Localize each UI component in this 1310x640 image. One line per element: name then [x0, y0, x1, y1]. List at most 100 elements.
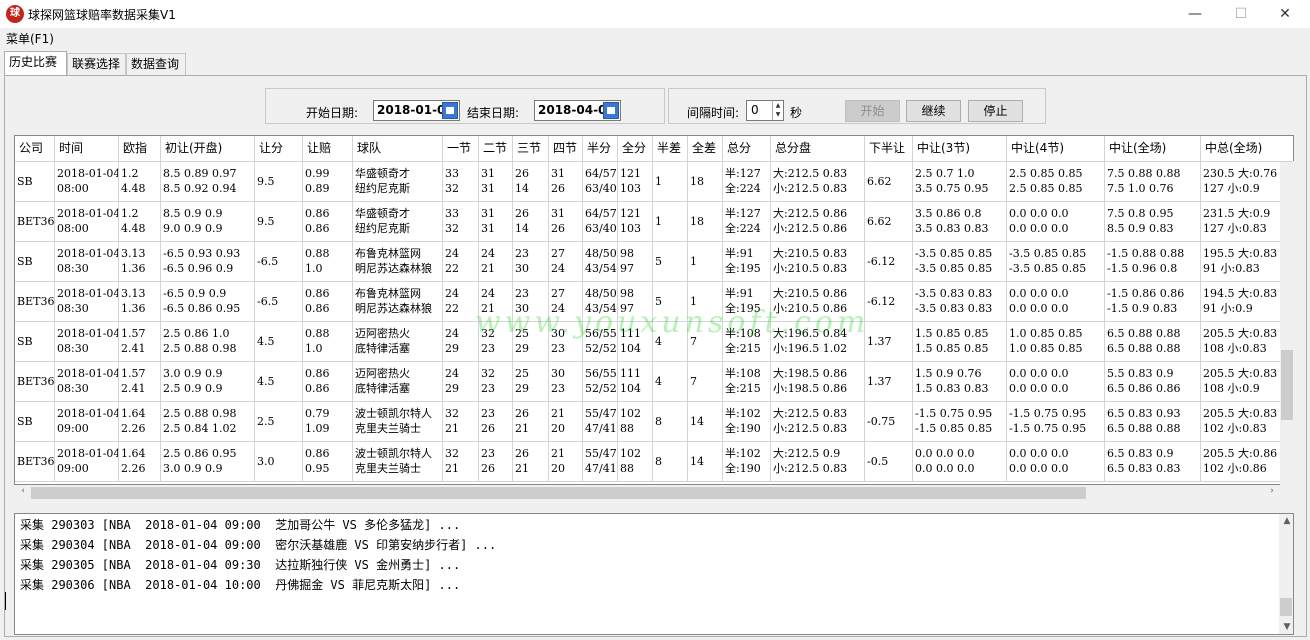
- column-header-spread-odds[interactable]: 让赔: [303, 136, 353, 162]
- table-row[interactable]: SB 2018-01-04 09:00 1.64 2.26 2.5 0.88 0.98 2.…: [15, 402, 1281, 442]
- interval-label: 间隔时间:: [687, 106, 740, 120]
- tab-history[interactable]: 历史比赛: [4, 51, 67, 75]
- maximize-button[interactable]: ☐: [1218, 0, 1264, 28]
- cell-mid-spread-q3: 2.5 0.7 1.0 3.5 0.75 0.95: [913, 162, 1007, 202]
- column-header-q3[interactable]: 三节: [513, 136, 549, 162]
- table-row[interactable]: SB 2018-01-04 08:30 3.13 1.36 -6.5 0.93 0.93-…: [15, 242, 1281, 282]
- cell-line: 大:210.5 0.86: [773, 287, 848, 300]
- column-header-mid-total-full[interactable]: 中总(全场): [1201, 136, 1293, 162]
- cell-line: 56/55: [585, 327, 617, 340]
- cell-line: 48/50: [585, 247, 617, 260]
- cell-line: 29: [515, 382, 529, 395]
- cell-line: 3.0 0.9 0.9: [163, 367, 223, 380]
- cell-q2: 31 31: [479, 202, 513, 242]
- column-header-time[interactable]: 时间: [55, 136, 119, 162]
- grid-vertical-scroll-thumb[interactable]: [1281, 350, 1293, 420]
- cell-company: SB: [15, 402, 55, 442]
- column-header-half-score[interactable]: 半分: [583, 136, 618, 162]
- stop-button[interactable]: 停止: [968, 100, 1023, 122]
- column-header-half-diff[interactable]: 半差: [653, 136, 688, 162]
- tab-data-query[interactable]: 数据查询: [126, 53, 186, 75]
- cell-half-diff: 5: [653, 242, 688, 282]
- column-header-full-score[interactable]: 全分: [618, 136, 653, 162]
- cell-total-line: 大:210.5 0.86 小:210.5 0.86: [771, 282, 865, 322]
- column-header-second-half-spread[interactable]: 下半让: [865, 136, 913, 162]
- cell-half-diff: 1: [653, 202, 688, 242]
- column-header-q1[interactable]: 一节: [443, 136, 479, 162]
- tab-league-select[interactable]: 联赛选择: [67, 53, 126, 75]
- column-header-q4[interactable]: 四节: [549, 136, 583, 162]
- cell-half-diff: 4: [653, 362, 688, 402]
- table-row[interactable]: BET3652018-01-04 08:30 1.57 2.41 3.0 0.9 0.9…: [15, 362, 1281, 402]
- cell-mid-total-full: 205.5 大:0.83 108 小:0.83: [1201, 322, 1281, 362]
- cell-line: 1.5 0.9 0.76: [915, 367, 982, 380]
- log-textarea[interactable]: 采集 290303 [NBA 2018-01-04 09:00 芝加哥公牛 VS…: [14, 513, 1294, 635]
- column-header-euro-odds[interactable]: 欧指: [119, 136, 161, 162]
- scroll-up-icon[interactable]: ▲: [1280, 516, 1294, 526]
- cell-line: 全:195: [725, 262, 761, 275]
- cell-line: 0.0 0.0 0.0: [1009, 382, 1069, 395]
- cell-line: 布鲁克林篮网: [355, 287, 421, 300]
- cell-line: 08:30: [57, 262, 89, 275]
- column-header-mid-spread-q3[interactable]: 中让(3节): [913, 136, 1007, 162]
- cell-line: 08:30: [57, 342, 89, 355]
- cell-line: 111: [620, 327, 641, 340]
- log-scroll-thumb[interactable]: [1280, 598, 1292, 616]
- table-row[interactable]: BET3652018-01-04 08:30 3.13 1.36 -6.5 0.9 0.…: [15, 282, 1281, 322]
- cell-line: 纽约尼克斯: [355, 222, 410, 235]
- cell-spread: 2.5: [255, 402, 303, 442]
- log-vertical-scrollbar[interactable]: [1279, 514, 1293, 634]
- cell-line: 2.41: [121, 342, 146, 355]
- start-date-label: 开始日期:: [306, 106, 359, 120]
- cell-q2: 23 26: [479, 402, 513, 442]
- continue-button[interactable]: 继续: [906, 100, 961, 122]
- cell-line: 2.5 0.88 0.98: [163, 342, 237, 355]
- column-header-mid-spread-q4[interactable]: 中让(4节): [1007, 136, 1105, 162]
- cell-full-diff: 7: [688, 322, 723, 362]
- column-header-company[interactable]: 公司: [15, 136, 55, 162]
- calendar-icon[interactable]: [442, 102, 458, 119]
- grid-horizontal-scroll-thumb[interactable]: [31, 487, 1086, 499]
- column-header-full-diff[interactable]: 全差: [688, 136, 723, 162]
- table-row[interactable]: BET3652018-01-04 09:00 1.64 2.26 2.5 0.86 0.…: [15, 442, 1281, 482]
- cell-line: 3.13: [121, 247, 146, 260]
- cell-line: 32: [445, 182, 459, 195]
- minimize-button[interactable]: —: [1172, 0, 1218, 28]
- cell-line: 2018-01-04: [57, 207, 119, 220]
- column-header-total-line[interactable]: 总分盘: [771, 136, 865, 162]
- start-button[interactable]: 开始: [845, 100, 900, 122]
- cell-line: 104: [620, 342, 641, 355]
- cell-line: 半:91: [725, 287, 754, 300]
- grid-body[interactable]: 08:002.171.0 0.95 0.860.86金安东尼奥马刺2222352…: [15, 162, 1281, 484]
- cell-full-score: 121 103: [618, 202, 653, 242]
- column-header-mid-spread-full[interactable]: 中让(全场): [1105, 136, 1201, 162]
- cell-full-diff: 14: [688, 402, 723, 442]
- start-date-picker[interactable]: 2018-01-01: [373, 100, 460, 121]
- end-date-picker[interactable]: 2018-04-04: [534, 100, 621, 121]
- cell-q3: 25 29: [513, 322, 549, 362]
- column-header-total[interactable]: 总分: [723, 136, 771, 162]
- calendar-icon[interactable]: [603, 102, 619, 119]
- scroll-left-icon[interactable]: ‹: [16, 486, 30, 496]
- table-row[interactable]: BET3652018-01-04 08:00 1.2 4.48 8.5 0.9 0.9 9…: [15, 202, 1281, 242]
- scroll-down-icon[interactable]: ▼: [1280, 622, 1294, 632]
- cell-line: 1.5 0.85 0.85: [915, 342, 989, 355]
- cell-opening-line: 8.5 0.9 0.9 9.0 0.9 0.9: [161, 202, 255, 242]
- table-row[interactable]: SB 2018-01-04 08:30 1.57 2.41 2.5 0.86 1.0 2.5…: [15, 322, 1281, 362]
- close-button[interactable]: ✕: [1262, 0, 1308, 28]
- column-header-teams[interactable]: 球队: [353, 136, 443, 162]
- cell-line: 91 小:0.83: [1203, 262, 1260, 275]
- column-header-opening-line[interactable]: 初让(开盘): [161, 136, 255, 162]
- grid-vertical-scrollbar[interactable]: [1280, 161, 1294, 485]
- table-row[interactable]: SB 2018-01-04 08:00 1.2 4.48 8.5 0.89 0.97 8.5…: [15, 162, 1281, 202]
- spinner-arrows-icon[interactable]: ▲ ▼: [772, 101, 783, 120]
- cell-line: 23: [481, 382, 495, 395]
- cell-line: 22: [445, 262, 459, 275]
- odds-data-grid[interactable]: 公司 时间 欧指 初让(开盘) 让分 让赔 球队 一节 二节 三节 四节 半分 全分 半差 全差 总分 总分盘下…: [14, 135, 1294, 485]
- cell-line: 0.0 0.0 0.0: [1009, 222, 1069, 235]
- column-header-spread[interactable]: 让分: [255, 136, 303, 162]
- scroll-right-icon[interactable]: ›: [1265, 486, 1279, 496]
- cell-line: 0.86: [305, 382, 330, 395]
- menu-item-main[interactable]: 菜单(F1): [6, 30, 54, 47]
- column-header-q2[interactable]: 二节: [479, 136, 513, 162]
